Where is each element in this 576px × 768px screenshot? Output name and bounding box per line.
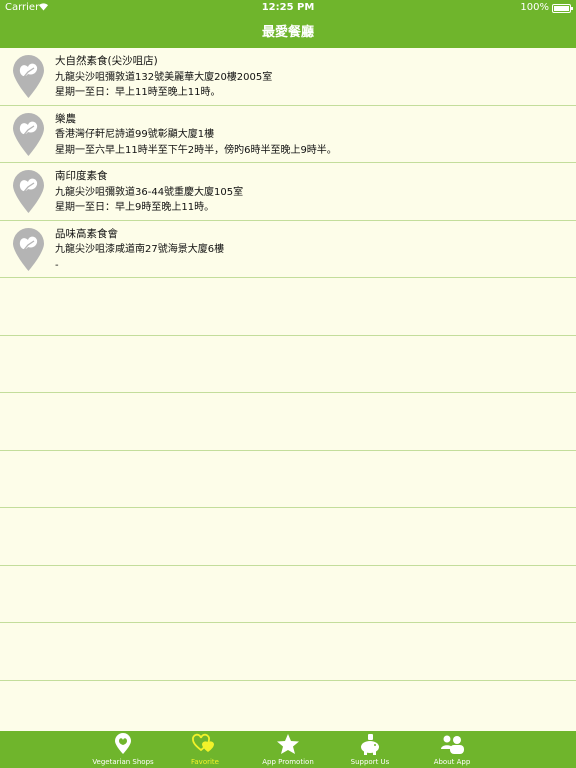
tab-label: Favorite [191, 758, 219, 766]
favorites-list[interactable]: 大自然素食(尖沙咀店) 九龍尖沙咀彌敦道132號美麗華大廈20樓2005室 星期… [0, 48, 576, 731]
tab-vegetarian-shops[interactable]: Vegetarian Shops [83, 731, 163, 768]
restaurant-hours: 星期一至六早上11時半至下午2時半，傍旳6時半至晚上9時半。 [55, 144, 337, 156]
leaf-pin-icon [11, 227, 46, 272]
empty-row [0, 565, 576, 623]
restaurant-address: 九龍尖沙咀彌敦道132號美麗華大廈20樓2005室 [55, 71, 273, 83]
tab-favorite[interactable]: Favorite [170, 731, 240, 768]
restaurant-row[interactable]: 大自然素食(尖沙咀店) 九龍尖沙咀彌敦道132號美麗華大廈20樓2005室 星期… [0, 48, 576, 106]
battery-icon [552, 4, 573, 13]
leaf-pin-icon [11, 169, 46, 214]
piggy-bank-icon [361, 734, 379, 755]
empty-row [0, 680, 576, 731]
status-time: 12:25 PM [261, 2, 315, 13]
restaurant-hours: 星期一至日：早上9時至晚上11時。 [55, 202, 215, 213]
empty-row [0, 278, 576, 336]
nav-bar: 最愛餐廳 [0, 17, 576, 48]
star-icon [277, 734, 299, 754]
battery-percent: 100% [520, 2, 549, 13]
leaf-pin-icon [11, 112, 46, 157]
tab-support-us[interactable]: Support Us [340, 731, 400, 768]
hearts-icon [192, 733, 214, 752]
tab-label: Support Us [350, 758, 390, 766]
restaurant-address: 九龍尖沙咀漆咸道南27號海景大廈6樓 [55, 244, 225, 255]
empty-row [0, 393, 576, 451]
restaurant-name: 品味高素食會 [55, 227, 118, 240]
empty-row [0, 335, 576, 393]
empty-row [0, 450, 576, 508]
tab-app-promotion[interactable]: App Promotion [253, 731, 323, 768]
restaurant-hours: - [55, 259, 59, 271]
tab-label: Vegetarian Shops [92, 758, 154, 766]
restaurant-hours: 星期一至日：早上11時至晚上11時。 [55, 87, 221, 98]
restaurant-row[interactable]: 南印度素食 九龍尖沙咀彌敦道36-44號重慶大廈105室 星期一至日：早上9時至… [0, 163, 576, 221]
restaurant-name: 大自然素食(尖沙咀店) [55, 55, 158, 67]
tab-label: About App [433, 758, 471, 766]
empty-row [0, 623, 576, 681]
restaurant-address: 九龍尖沙咀彌敦道36-44號重慶大廈105室 [55, 186, 244, 198]
page-title: 最愛餐廳 [261, 25, 314, 40]
tab-label: App Promotion [262, 758, 314, 766]
restaurant-row[interactable]: 品味高素食會 九龍尖沙咀漆咸道南27號海景大廈6樓 - [0, 220, 576, 278]
empty-row [0, 508, 576, 566]
status-bar: Carrier 12:25 PM 100% [0, 0, 576, 17]
tab-bar: Vegetarian Shops Favorite App Promotion … [0, 731, 576, 768]
tab-about-app[interactable]: About App [422, 731, 482, 768]
people-icon [441, 735, 464, 754]
restaurant-name: 南印度素食 [55, 170, 108, 182]
restaurant-row[interactable]: 樂農 香港灣仔軒尼詩道99號彰顯大廈1樓 星期一至六早上11時半至下午2時半，傍… [0, 105, 576, 163]
leaf-pin-icon [11, 54, 46, 99]
restaurant-name: 樂農 [55, 112, 76, 125]
leaf-pin-icon [115, 733, 131, 754]
restaurant-address: 香港灣仔軒尼詩道99號彰顯大廈1樓 [55, 129, 215, 140]
